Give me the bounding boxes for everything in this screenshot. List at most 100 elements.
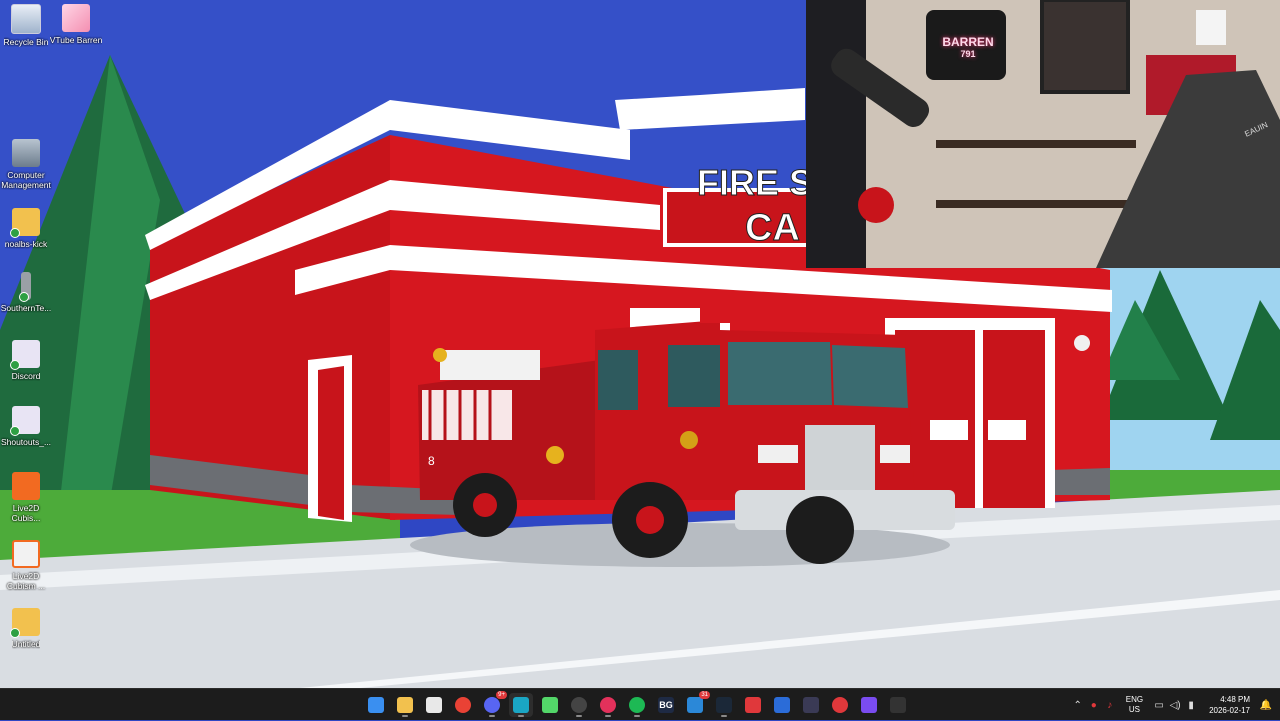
taskbar-grid-app-button[interactable] bbox=[857, 693, 881, 717]
desktop-icon-recycle-bin[interactable]: Recycle Bin bbox=[0, 4, 52, 47]
taskbar-start-button[interactable] bbox=[364, 693, 388, 717]
desktop-icon-label: Computer Management bbox=[1, 170, 51, 190]
taskbar-bg-button[interactable]: BG bbox=[654, 693, 678, 717]
grid-icon bbox=[861, 697, 877, 713]
desktop-icon-label: Recycle Bin bbox=[3, 37, 49, 47]
folder-icon bbox=[397, 697, 413, 713]
taskbar-defender-button[interactable] bbox=[770, 693, 794, 717]
taskbar-edge-button[interactable] bbox=[509, 693, 533, 717]
station-sign-line2: CA bbox=[745, 207, 800, 249]
desktop-icon-label: Live2D Cubis... bbox=[11, 503, 41, 523]
taskbar-chrome-button[interactable] bbox=[451, 693, 475, 717]
desktop-icon-shoutouts[interactable]: Shoutouts_... bbox=[0, 406, 52, 447]
running-indicator bbox=[605, 715, 611, 717]
taskbar-arrow-app-button[interactable] bbox=[799, 693, 823, 717]
notes-icon bbox=[687, 697, 703, 713]
running-indicator bbox=[634, 715, 640, 717]
desktop-icon-live2d-2[interactable]: Live2D Cubism ... bbox=[0, 540, 52, 591]
clock[interactable]: 4:48 PM 2026-02-17 bbox=[1209, 694, 1250, 716]
notification-bell-icon[interactable]: 🔔 bbox=[1258, 700, 1274, 711]
taskbar-obs-button[interactable] bbox=[567, 693, 591, 717]
chrome-icon bbox=[455, 697, 471, 713]
taskbar-spotify-button[interactable] bbox=[625, 693, 649, 717]
streamlabs-icon bbox=[600, 697, 616, 713]
folder-icon bbox=[10, 608, 40, 638]
desktop-icon-label: Shoutouts_... bbox=[0, 437, 52, 447]
location-icon bbox=[745, 697, 761, 713]
language-indicator[interactable]: ENG US bbox=[1126, 695, 1143, 715]
desktop-icon-southernte[interactable]: SouthernTe... bbox=[0, 272, 52, 313]
desktop-icon-discord[interactable]: Discord bbox=[0, 340, 52, 381]
desktop-icon-label: Untitled bbox=[11, 639, 41, 649]
file-icon bbox=[10, 406, 40, 436]
desktop-icon-label: noalbs-kick bbox=[4, 239, 48, 249]
system-tray: ⌃ ● ♪ ENG US ▭ ◁) ▮ 4:48 PM 2026-02-17 🔔 bbox=[1070, 689, 1280, 721]
taskbar-record-button[interactable] bbox=[828, 693, 852, 717]
lang-top: ENG bbox=[1125, 695, 1144, 704]
lang-bottom: US bbox=[1128, 705, 1140, 714]
desktop-icon-noalbs-kick[interactable]: noalbs-kick bbox=[0, 208, 52, 249]
steam-icon bbox=[716, 697, 732, 713]
windows-start-icon bbox=[368, 697, 384, 713]
taskbar-store-button[interactable] bbox=[422, 693, 446, 717]
taskbar-game-app-button[interactable] bbox=[886, 693, 910, 717]
app-icon bbox=[19, 272, 31, 302]
taskbar-streamer-app-button[interactable] bbox=[538, 693, 562, 717]
vtube-icon bbox=[62, 4, 90, 32]
notification-badge: 31 bbox=[699, 691, 710, 699]
neon-sign-sub: 791 bbox=[960, 49, 976, 59]
taskbar: 9+ BG 31 ⌃ ● ♪ ENG US ▭ ◁) ▮ 4:48 PM 2026-… bbox=[0, 688, 1280, 720]
bg-icon: BG bbox=[658, 697, 674, 713]
desktop-icon-label: Discord bbox=[11, 371, 41, 381]
desktop-icon-label: VTube Barren bbox=[49, 35, 103, 45]
running-indicator bbox=[489, 715, 495, 717]
taskbar-steam-button[interactable] bbox=[712, 693, 736, 717]
running-indicator bbox=[518, 715, 524, 717]
file-icon bbox=[10, 340, 40, 370]
desktop-icon-vtube[interactable]: VTube Barren bbox=[50, 4, 102, 45]
running-indicator bbox=[402, 715, 408, 717]
battery-icon[interactable]: ▮ bbox=[1183, 700, 1199, 711]
recycle-bin-icon bbox=[11, 4, 41, 34]
live2d-icon bbox=[12, 472, 40, 500]
obs-icon bbox=[571, 697, 587, 713]
running-indicator bbox=[721, 715, 727, 717]
webcam-overlay: BARREN 791 EAUIN bbox=[806, 0, 1280, 268]
taskbar-file-explorer-button[interactable] bbox=[393, 693, 417, 717]
microphone-icon[interactable]: ♪ bbox=[1102, 700, 1118, 711]
neon-sign-text: BARREN bbox=[942, 35, 994, 49]
chevron-up-icon[interactable]: ⌃ bbox=[1070, 700, 1086, 711]
edge-icon bbox=[513, 697, 529, 713]
taskbar-maps-button[interactable] bbox=[741, 693, 765, 717]
desktop-icon-live2d-1[interactable]: Live2D Cubis... bbox=[0, 472, 52, 523]
folder-icon bbox=[10, 208, 40, 238]
desktop-icon-computer-management[interactable]: Computer Management bbox=[0, 139, 52, 190]
spotify-icon bbox=[629, 697, 645, 713]
streamer-icon bbox=[542, 697, 558, 713]
taskbar-apps: 9+ BG 31 bbox=[364, 691, 910, 717]
clock-date: 2026-02-17 bbox=[1209, 706, 1250, 715]
discord-icon bbox=[484, 697, 500, 713]
game-icon bbox=[890, 697, 906, 713]
volume-icon[interactable]: ◁) bbox=[1167, 700, 1183, 711]
neon-sign: BARREN 791 bbox=[930, 35, 1006, 59]
clock-time: 4:48 PM bbox=[1220, 695, 1250, 704]
shield-icon bbox=[774, 697, 790, 713]
computer-management-icon bbox=[12, 139, 40, 167]
network-icon[interactable]: ▭ bbox=[1151, 700, 1167, 711]
taskbar-discord-button[interactable]: 9+ bbox=[480, 691, 507, 717]
desktop-icon-label: Live2D Cubism ... bbox=[6, 571, 46, 591]
live2d-icon bbox=[12, 540, 40, 568]
arrow-icon bbox=[803, 697, 819, 713]
truck-emblem-number: 8 bbox=[428, 454, 435, 468]
notification-badge: 9+ bbox=[496, 691, 507, 699]
desktop-icon-label: SouthernTe... bbox=[0, 303, 52, 313]
taskbar-notes-button[interactable]: 31 bbox=[683, 691, 710, 717]
taskbar-streamlabs-button[interactable] bbox=[596, 693, 620, 717]
desktop-icon-untitled[interactable]: Untitled bbox=[0, 608, 52, 649]
station-sign-line1: FIRE S bbox=[697, 162, 813, 203]
tray-app-icon[interactable]: ● bbox=[1086, 700, 1102, 711]
running-indicator bbox=[576, 715, 582, 717]
store-icon bbox=[426, 697, 442, 713]
record-icon bbox=[832, 697, 848, 713]
